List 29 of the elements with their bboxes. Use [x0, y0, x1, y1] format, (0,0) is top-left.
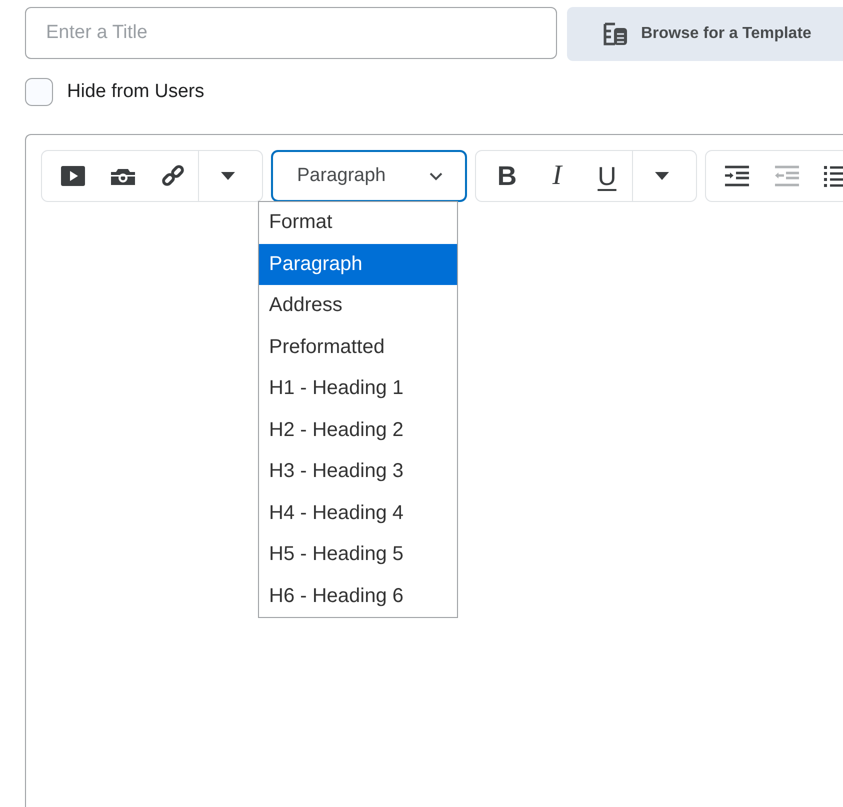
camera-icon — [110, 167, 136, 185]
menu-item[interactable]: H4 - Heading 4 — [259, 492, 457, 534]
indent-icon — [724, 165, 750, 187]
checkbox-label: Hide from Users — [67, 81, 204, 103]
menu-item[interactable]: H5 - Heading 5 — [259, 534, 457, 576]
bold-button[interactable]: B — [482, 151, 532, 201]
browse-template-button[interactable]: Browse for a Template — [567, 7, 843, 61]
underline-button[interactable]: U — [582, 151, 632, 201]
checkbox[interactable] — [25, 78, 53, 106]
editor-area[interactable]: Paragraph B I U Format Paragraph Address Preformatted H1 - Heading 1 H2 - Heading 2 H3 - Heading 3 H4 - Heading 4 H5 - Heading 5 H6 - Heading 6 — [25, 134, 843, 807]
format-dropdown[interactable]: Paragraph — [271, 150, 467, 202]
caret-down-icon — [654, 172, 668, 180]
document-stack-icon — [603, 22, 629, 46]
chevron-down-icon — [429, 172, 443, 180]
menu-item[interactable]: H1 - Heading 1 — [259, 368, 457, 410]
menu-item[interactable]: H2 - Heading 2 — [259, 410, 457, 451]
menu-item[interactable]: H3 - Heading 3 — [259, 451, 457, 492]
italic-button[interactable]: I — [532, 151, 582, 201]
menu-item[interactable]: Paragraph — [259, 244, 457, 285]
outdent-icon — [774, 165, 800, 187]
menu-item[interactable]: Preformatted — [259, 326, 457, 368]
menu-item[interactable]: Address — [259, 285, 457, 326]
menu-item[interactable]: Format — [259, 202, 457, 244]
link-icon — [161, 164, 185, 188]
caret-down-icon — [220, 172, 234, 180]
play-icon — [61, 166, 85, 186]
menu-item[interactable]: H6 - Heading 6 — [259, 576, 457, 617]
title-input[interactable]: Enter a Title — [25, 7, 557, 59]
bullet-list-icon — [824, 165, 843, 187]
